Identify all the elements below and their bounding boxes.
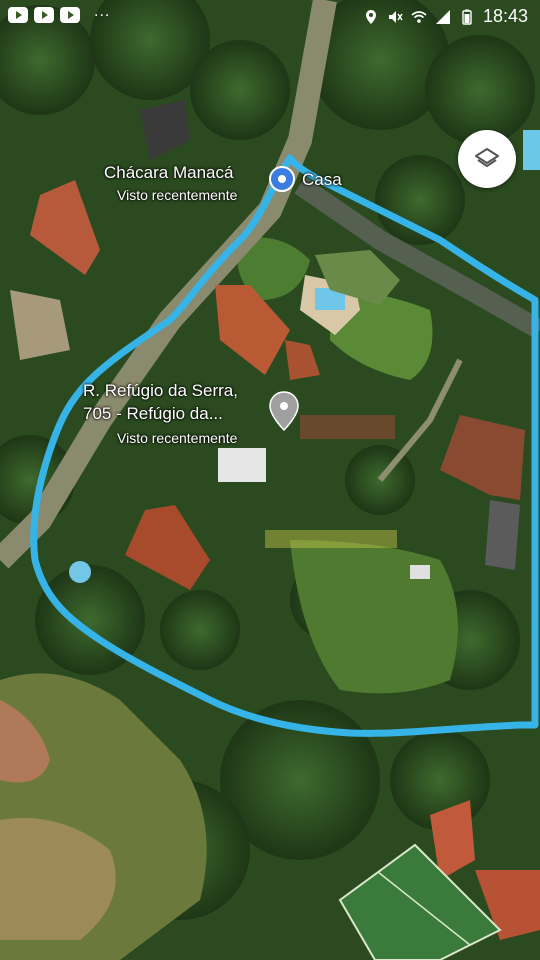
layers-button[interactable] [458, 130, 516, 188]
place-subtitle: Visto recentemente [117, 187, 238, 203]
mute-icon [388, 10, 403, 23]
highlight-red [300, 415, 395, 439]
blue-location-pin[interactable] [269, 166, 295, 192]
layers-icon [475, 148, 499, 167]
youtube-icon [60, 7, 80, 23]
system-icons: 18:43 [363, 6, 528, 27]
youtube-icon [34, 7, 54, 23]
battery-icon [462, 9, 472, 25]
status-bar: ... 18:43 [0, 0, 540, 36]
highlight-yellow [265, 530, 397, 548]
place-label-address-line1[interactable]: R. Refúgio da Serra, [83, 381, 238, 401]
location-icon [365, 9, 376, 24]
notification-icons: ... [8, 3, 110, 23]
place-label-chacara-manaca[interactable]: Chácara Manacá [104, 163, 233, 183]
place-label-casa[interactable]: Casa [302, 170, 342, 190]
youtube-icon [8, 7, 28, 23]
clock: 18:43 [482, 6, 528, 26]
overflow-indicator: ... [94, 3, 111, 20]
place-subtitle: Visto recentemente [117, 430, 238, 446]
signal-icon [435, 9, 450, 24]
wifi-icon [411, 10, 427, 23]
satellite-map[interactable] [0, 0, 540, 960]
place-label-address-line2[interactable]: 705 - Refúgio da... [83, 404, 223, 424]
